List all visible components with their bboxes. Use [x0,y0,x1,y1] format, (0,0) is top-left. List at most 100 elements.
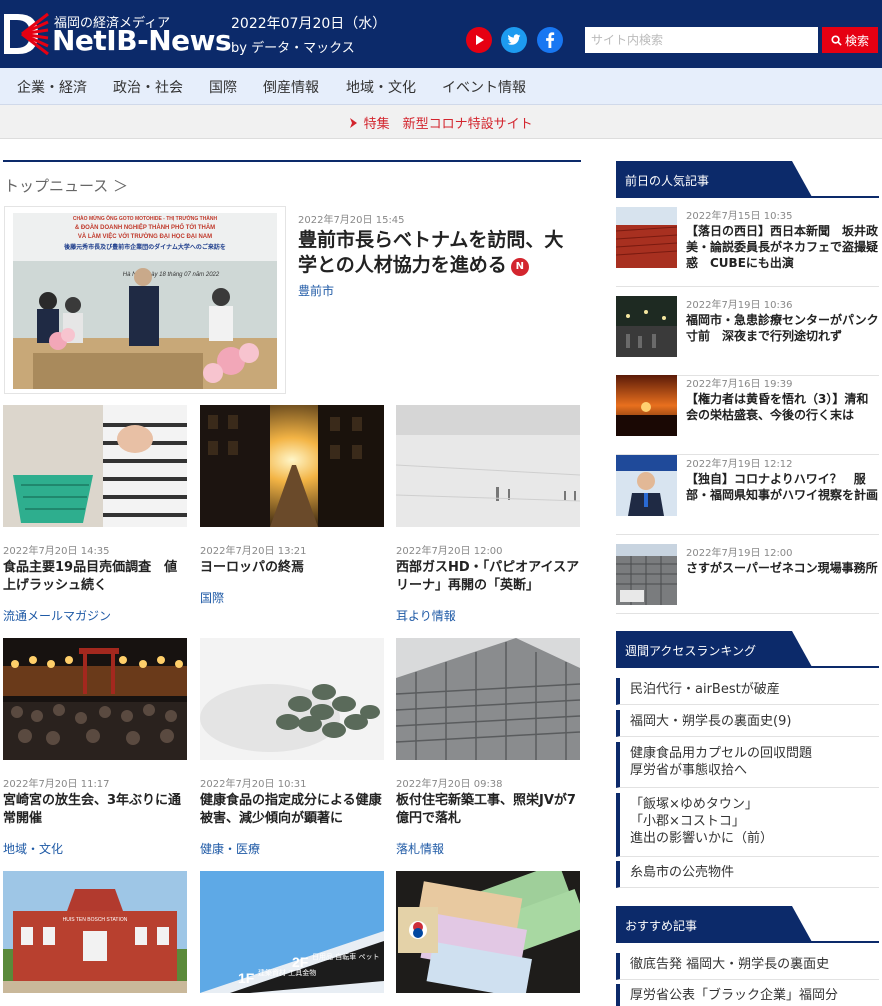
top-news-heading[interactable]: トップニュース ＞ [4,175,128,196]
logo-wordmark[interactable]: NetIB-News [52,24,232,57]
card-title[interactable]: 宮崎宮の放生会、3年ぶりに通常開催 [3,792,187,828]
search-button[interactable]: 検索 [822,27,878,53]
youtube-icon[interactable] [466,27,492,53]
night-street-thumbnail [616,296,677,357]
search-button-label: 検索 [844,33,869,48]
new-badge: N [510,258,529,276]
festival-night-photo [3,638,187,760]
ranking-item[interactable]: 「飯塚×ゆめタウン」 「小郡×コストコ」 進出の影響いかに（前） [616,793,879,857]
news-card[interactable]: 2022年7月20日 10:31 健康食品の指定成分による健康被害、減少傾向が顕… [200,638,384,860]
news-card[interactable]: HUIS TEN BOSCH STATION [3,871,187,993]
card-date: 2022年7月20日 09:38 [396,779,503,790]
nav-item-events[interactable]: イベント情報 [442,77,526,97]
header-publisher: by データ・マックス [231,41,355,56]
nav-item-politics[interactable]: 政治・社会 [113,77,183,97]
banner-text-2: & ĐOÀN DOANH NGHIỆP THÀNH PHỐ TỚI THĂM [75,223,215,231]
card-category[interactable]: 流通メールマガジン [3,607,111,624]
ice-rink-photo [396,405,580,527]
popular-title[interactable]: 福岡市・急患診療センターがパンク寸前 深夜まで行列途切れず [686,312,879,344]
weekly-ranking-heading-label: 週間アクセスランキング [625,644,757,658]
site-search-input[interactable] [585,27,818,53]
top-story-image-frame[interactable]: CHÀO MỪNG ÔNG GOTO MOTOHIDE - THỊ TRƯỞNG… [4,206,286,394]
popular-title[interactable]: さすがスーパーゼネコン現場事務所 [686,560,879,576]
recommended-item[interactable]: 厚労省公表「ブラック企業」福岡分 [616,984,879,1006]
building-thumbnail [616,207,677,268]
shopping-basket-photo [3,405,187,527]
top-story-title[interactable]: 豊前市長らベトナムを訪問、大学との人材協力を進める N [298,228,578,278]
popular-date: 2022年7月19日 12:12 [686,459,793,470]
card-title[interactable]: 板付住宅新築工事、照栄JVが7億円で落札 [396,792,580,828]
recommended-line: 厚労省公表「ブラック企業」福岡分 [630,988,839,1003]
news-card[interactable]: 2022年7月20日 14:35 食品主要19品目売価調査 値上げラッシュ続く … [3,405,187,627]
top-story-date: 2022年7月20日 15:45 [298,215,405,226]
card-date: 2022年7月20日 11:17 [3,779,110,790]
news-card[interactable]: 2022年7月20日 13:21 ヨーロッパの終焉 国際 [200,405,384,627]
ranking-item[interactable]: 福岡大・朔学長の裏面史(9) [616,710,879,737]
popular-article[interactable]: 2022年7月19日 10:36 福岡市・急患診療センターがパンク寸前 深夜まで… [616,296,879,376]
recommended-heading: おすすめ記事 [616,906,812,942]
popular-article[interactable]: 2022年7月19日 12:12 【独自】コロナよりハワイ？ 服部・福岡県知事が… [616,455,879,535]
ranking-line: 健康食品用カプセルの回収問題 [630,746,813,761]
card-category[interactable]: 地域・文化 [3,840,63,857]
recommended-line: 徹底告発 福岡大・朔学長の裏面史 [630,957,830,972]
card-title[interactable]: 食品主要19品目売価調査 値上げラッシュ続く [3,559,187,595]
store-sign-1f: 1F [238,970,255,986]
popular-date: 2022年7月19日 12:00 [686,548,793,559]
popular-date: 2022年7月19日 10:36 [686,300,793,311]
ranking-line: 民泊代行・airBestが破産 [630,682,780,697]
popular-article[interactable]: 2022年7月19日 12:00 さすがスーパーゼネコン現場事務所 [616,544,879,614]
card-category[interactable]: 国際 [200,589,224,606]
ranking-item[interactable]: 健康食品用カプセルの回収問題 厚労省が事態収拾へ [616,742,879,788]
european-street-sunset-photo [200,405,384,527]
station-sign-text: HUIS TEN BOSCH STATION [63,917,128,923]
card-title[interactable]: 西部ガスHD・「パピオアイスアリーナ」再開の「英断」 [396,559,580,595]
ranking-item[interactable]: 糸島市の公売物件 [616,861,879,888]
recommended-heading-label: おすすめ記事 [625,919,698,933]
facebook-icon[interactable] [537,27,563,53]
governor-portrait-thumbnail [616,455,677,516]
store-sign-2f: 2F [292,954,309,970]
nav-item-international[interactable]: 国際 [209,77,237,97]
hardware-store-photo: 1F 建築資材 工具金物 2F 日用品 自転車 ペット [200,871,384,993]
twitter-icon[interactable] [501,27,527,53]
card-title[interactable]: 健康食品の指定成分による健康被害、減少傾向が顕著に [200,792,384,828]
nav-item-region-culture[interactable]: 地域・文化 [346,77,416,97]
news-card[interactable]: 2022年7月20日 09:38 板付住宅新築工事、照栄JVが7億円で落札 落札… [396,638,580,860]
ranking-line: 進出の影響いかに（前） [630,831,774,846]
nav-item-bankruptcy[interactable]: 倒産情報 [263,77,319,97]
popular-date: 2022年7月15日 10:35 [686,211,793,222]
news-card[interactable]: 1F 建築資材 工具金物 2F 日用品 自転車 ペット [200,871,384,993]
popular-date: 2022年7月16日 19:39 [686,379,793,390]
card-date: 2022年7月20日 14:35 [3,546,110,557]
header-date: 2022年07月20日（水） [231,16,387,32]
popular-title[interactable]: 【権力者は黄昏を悟れ（3）】清和会の栄枯盛衰、今後の行く末は [686,391,879,423]
feature-label: 特集 新型コロナ特設サイト [363,117,533,132]
ranking-line: 福岡大・朔学長の裏面史(9) [630,714,792,729]
card-title[interactable]: ヨーロッパの終焉 [200,559,384,577]
logo-mark-icon[interactable] [2,10,50,58]
search-icon [831,34,842,46]
popular-article[interactable]: 2022年7月15日 10:35 【落日の西日】西日本新聞 坂井政美・論説委員長… [616,207,879,287]
feature-banner[interactable]: 特集 新型コロナ特設サイト [0,105,882,139]
banner-text-4: 後藤元秀市長及び豊前市企業団のダイナム大学へのご来訪を [64,243,226,251]
sunset-thumbnail [616,375,677,436]
top-story-category[interactable]: 豊前市 [298,282,334,299]
nav-item-business[interactable]: 企業・経済 [17,77,87,97]
category-nav: 企業・経済 政治・社会 国際 倒産情報 地域・文化 イベント情報 [0,68,882,105]
card-category[interactable]: 健康・医療 [200,840,260,857]
popular-title[interactable]: 【落日の西日】西日本新聞 坂井政美・論説委員長がネカフェで盗撮疑惑 CUBEにも… [686,223,879,271]
ranking-item[interactable]: 民泊代行・airBestが破産 [616,678,879,705]
card-category[interactable]: 耳より情報 [396,607,456,624]
weekly-ranking-heading: 週間アクセスランキング [616,631,812,667]
ranking-line: 厚労省が事態収拾へ [630,763,748,778]
recommended-item[interactable]: 徹底告発 福岡大・朔学長の裏面史 [616,953,879,980]
card-category[interactable]: 落札情報 [396,840,444,857]
popular-heading: 前日の人気記事 [616,161,812,197]
news-card[interactable]: 2022年7月20日 12:00 西部ガスHD・「パピオアイスアリーナ」再開の「… [396,405,580,627]
top-story-photo: CHÀO MỪNG ÔNG GOTO MOTOHIDE - THỊ TRƯỞNG… [13,213,277,389]
news-card[interactable] [396,871,580,993]
popular-heading-label: 前日の人気記事 [625,174,710,188]
news-card[interactable]: 2022年7月20日 11:17 宮崎宮の放生会、3年ぶりに通常開催 地域・文化 [3,638,187,860]
popular-article[interactable]: 2022年7月16日 19:39 【権力者は黄昏を悟れ（3）】清和会の栄枯盛衰、… [616,375,879,455]
popular-title[interactable]: 【独自】コロナよりハワイ？ 服部・福岡県知事がハワイ視察を計画 [686,471,879,503]
